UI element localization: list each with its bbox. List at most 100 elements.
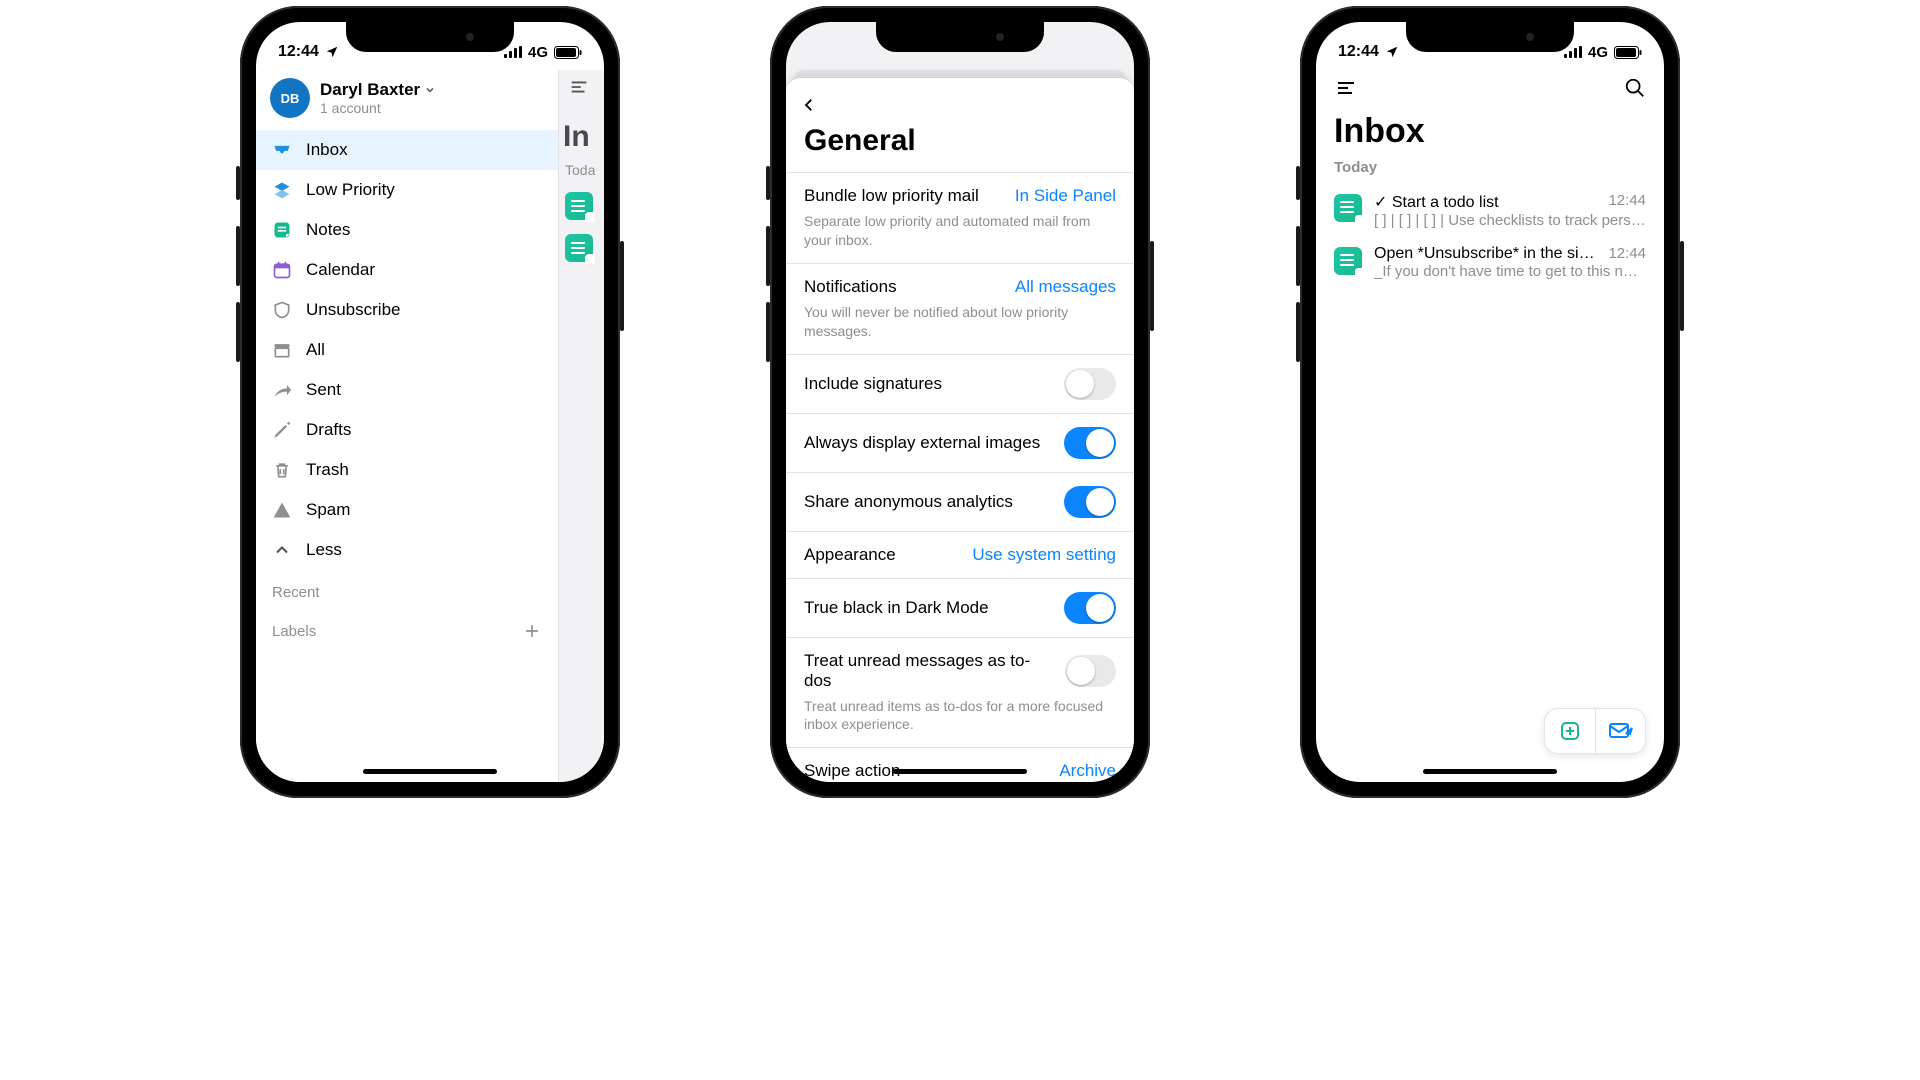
setting-label: Always display external images [804, 433, 1040, 453]
setting-label: Bundle low priority mail [804, 186, 979, 206]
nav-notes[interactable]: Notes [256, 210, 558, 250]
nav-less[interactable]: Less [256, 530, 558, 570]
toggle-external-images[interactable] [1064, 427, 1116, 459]
toggle-true-black[interactable] [1064, 592, 1116, 624]
labels-section: Labels [272, 623, 316, 640]
avatar: DB [270, 78, 310, 118]
nav-sent[interactable]: Sent [256, 370, 558, 410]
setting-true-black: True black in Dark Mode [786, 579, 1134, 638]
nav-label: Calendar [306, 260, 375, 280]
setting-value: In Side Panel [1015, 186, 1116, 206]
message-preview: [ ] | [ ] | [ ] | Use checklists to trac… [1374, 212, 1646, 229]
nav-calendar[interactable]: Calendar [256, 250, 558, 290]
compose-button[interactable] [1595, 709, 1645, 753]
note-card-icon [565, 234, 593, 262]
nav-drafts[interactable]: Drafts [256, 410, 558, 450]
network-label: 4G [528, 44, 548, 61]
nav-label: Low Priority [306, 180, 395, 200]
back-button[interactable] [786, 78, 1134, 116]
archive-icon [272, 340, 292, 360]
setting-notifications[interactable]: Notifications All messages You will neve… [786, 264, 1134, 355]
message-preview: _If you don't have time to get to this n… [1374, 263, 1646, 280]
home-indicator[interactable] [893, 769, 1027, 774]
account-sub: 1 account [320, 100, 436, 116]
nav-low-priority[interactable]: Low Priority [256, 170, 558, 210]
message-title: ✓ Start a todo list [1374, 192, 1499, 212]
battery-icon [554, 46, 582, 59]
cellular-icon [1564, 46, 1582, 58]
home-indicator[interactable] [1423, 769, 1557, 774]
nav-label: Sent [306, 380, 341, 400]
battery-icon [1614, 46, 1642, 59]
toggle-signatures[interactable] [1064, 368, 1116, 400]
toggle-analytics[interactable] [1064, 486, 1116, 518]
nav-label: Spam [306, 500, 350, 520]
nav-label: Less [306, 540, 342, 560]
setting-label: True black in Dark Mode [804, 598, 989, 618]
add-label-button[interactable] [522, 621, 542, 641]
search-button[interactable] [1624, 77, 1646, 99]
settings-sheet: General Bundle low priority mail In Side… [786, 78, 1134, 782]
setting-label: Include signatures [804, 374, 942, 394]
phone-inbox: 12:44 4G [1300, 6, 1680, 798]
setting-value: Use system setting [972, 545, 1116, 565]
note-icon [1334, 247, 1362, 275]
nav-trash[interactable]: Trash [256, 450, 558, 490]
message-row[interactable]: ✓ Start a todo list 12:44 [ ] | [ ] | [ … [1316, 184, 1664, 237]
setting-value: Archive [1059, 761, 1116, 781]
inbox-icon [272, 140, 292, 160]
setting-appearance[interactable]: Appearance Use system setting [786, 532, 1134, 579]
setting-unread-todos: Treat unread messages as to-dos Treat un… [786, 638, 1134, 749]
menu-icon[interactable] [568, 76, 590, 98]
setting-label: Treat unread messages as to-dos [804, 651, 1053, 691]
setting-external-images: Always display external images [786, 414, 1134, 473]
location-icon [1385, 45, 1399, 59]
message-time: 12:44 [1608, 192, 1646, 212]
setting-desc: You will never be notified about low pri… [804, 303, 1116, 341]
cellular-icon [504, 46, 522, 58]
network-label: 4G [1588, 44, 1608, 61]
message-title: Open *Unsubscribe* in the side pan... [1374, 245, 1598, 263]
nav-label: Trash [306, 460, 349, 480]
chevron-down-icon [424, 84, 436, 96]
nav-label: Notes [306, 220, 350, 240]
setting-desc: Treat unread items as to-dos for a more … [804, 697, 1116, 735]
main-content-peek[interactable]: In Toda [558, 70, 604, 782]
calendar-icon [272, 260, 292, 280]
setting-swipe[interactable]: Swipe action Archive [786, 748, 1134, 782]
message-time: 12:44 [1608, 245, 1646, 263]
settings-title: General [786, 116, 1134, 172]
nav-all[interactable]: All [256, 330, 558, 370]
account-header[interactable]: DB Daryl Baxter 1 account [256, 70, 558, 126]
menu-button[interactable] [1334, 76, 1358, 100]
message-row[interactable]: Open *Unsubscribe* in the side pan... 12… [1316, 237, 1664, 288]
home-indicator[interactable] [363, 769, 497, 774]
recent-section: Recent [256, 570, 558, 607]
account-name: Daryl Baxter [320, 80, 420, 100]
new-note-button[interactable] [1545, 709, 1595, 753]
nav-label: Unsubscribe [306, 300, 401, 320]
sent-icon [272, 380, 292, 400]
trash-icon [272, 460, 292, 480]
status-time: 12:44 [278, 43, 319, 61]
setting-label: Swipe action [804, 761, 900, 781]
warning-icon [272, 500, 292, 520]
note-icon [1334, 194, 1362, 222]
page-title: Inbox [1316, 100, 1664, 155]
nav-unsubscribe[interactable]: Unsubscribe [256, 290, 558, 330]
peek-section: Toda [565, 162, 604, 178]
setting-label: Notifications [804, 277, 897, 297]
nav-inbox[interactable]: Inbox [256, 130, 558, 170]
setting-value: All messages [1015, 277, 1116, 297]
setting-label: Share anonymous analytics [804, 492, 1013, 512]
setting-signatures: Include signatures [786, 355, 1134, 414]
setting-bundle[interactable]: Bundle low priority mail In Side Panel S… [786, 173, 1134, 264]
floating-actions [1544, 708, 1646, 754]
phone-settings: General Bundle low priority mail In Side… [770, 6, 1150, 798]
nav-spam[interactable]: Spam [256, 490, 558, 530]
status-time: 12:44 [1338, 43, 1379, 61]
nav-label: Drafts [306, 420, 351, 440]
pencil-icon [272, 420, 292, 440]
toggle-unread-todos[interactable] [1065, 655, 1116, 687]
peek-title: In [563, 120, 604, 154]
